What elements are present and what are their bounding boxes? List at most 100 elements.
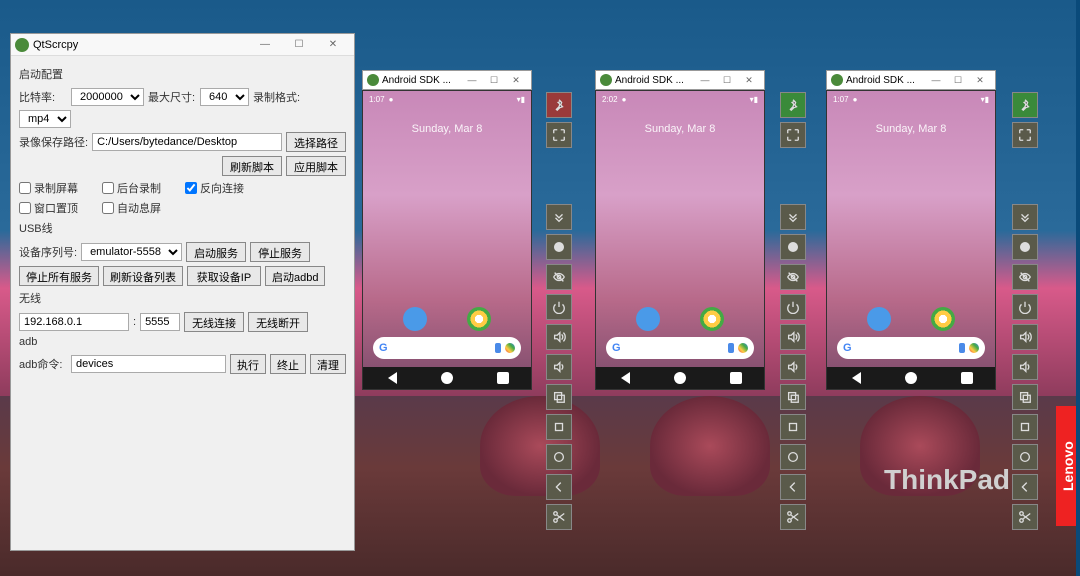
eye-off-button[interactable]	[546, 264, 572, 290]
startservice-button[interactable]: 启动服务	[186, 242, 246, 262]
home-button[interactable]	[1012, 444, 1038, 470]
terminate-button[interactable]: 终止	[270, 354, 306, 374]
back-button[interactable]	[1012, 474, 1038, 500]
nav-recents-icon[interactable]	[497, 372, 509, 384]
scissors-button[interactable]	[780, 504, 806, 530]
pin-button[interactable]	[546, 92, 572, 118]
expand-button[interactable]	[1012, 122, 1038, 148]
home-button[interactable]	[546, 444, 572, 470]
nav-home-icon[interactable]	[441, 372, 453, 384]
lens-icon[interactable]	[969, 343, 979, 353]
minimize-button[interactable]: —	[925, 75, 947, 85]
phone-titlebar[interactable]: Android SDK ... — ☐ ✕	[362, 70, 532, 90]
chrome-app-icon[interactable]	[931, 307, 955, 331]
close-button[interactable]: ✕	[316, 39, 350, 50]
wireless-ip-input[interactable]	[19, 313, 129, 331]
refreshdev-button[interactable]: 刷新设备列表	[103, 266, 183, 286]
volume-down-button[interactable]	[780, 354, 806, 380]
phone-titlebar[interactable]: Android SDK ... — ☐ ✕	[595, 70, 765, 90]
phone-titlebar[interactable]: Android SDK ... — ☐ ✕	[826, 70, 996, 90]
expand-button[interactable]	[780, 122, 806, 148]
chevrons-down-button[interactable]	[1012, 204, 1038, 230]
maximize-button[interactable]: ☐	[483, 75, 505, 86]
home-button[interactable]	[780, 444, 806, 470]
scissors-button[interactable]	[546, 504, 572, 530]
titlebar[interactable]: QtScrcpy — ☐ ✕	[11, 34, 354, 56]
eye-off-button[interactable]	[780, 264, 806, 290]
messages-app-icon[interactable]	[403, 307, 427, 331]
nav-back-icon[interactable]	[849, 372, 861, 384]
wireless-disconnect-button[interactable]: 无线断开	[248, 312, 308, 332]
close-button[interactable]: ✕	[969, 75, 991, 86]
serial-select[interactable]: emulator-5558	[81, 243, 182, 261]
square-button[interactable]	[780, 414, 806, 440]
startadbd-button[interactable]: 启动adbd	[265, 266, 325, 286]
windowtop-checkbox[interactable]: 窗口置顶	[19, 200, 78, 216]
power-button[interactable]	[1012, 294, 1038, 320]
square-button[interactable]	[1012, 414, 1038, 440]
close-button[interactable]: ✕	[505, 75, 527, 86]
minimize-button[interactable]: —	[248, 39, 282, 50]
chrome-app-icon[interactable]	[467, 307, 491, 331]
mic-icon[interactable]	[495, 343, 501, 353]
mic-icon[interactable]	[959, 343, 965, 353]
pin-button[interactable]	[780, 92, 806, 118]
volume-up-button[interactable]	[780, 324, 806, 350]
phone-screen[interactable]: 1:07 ● ▾ ▮ Sunday, Mar 8 G	[826, 90, 996, 390]
lens-icon[interactable]	[738, 343, 748, 353]
maximize-button[interactable]: ☐	[282, 39, 316, 50]
phone-screen[interactable]: 1:07 ● ▾ ▮ Sunday, Mar 8 G	[362, 90, 532, 390]
wireless-port-input[interactable]	[140, 313, 180, 331]
expand-button[interactable]	[546, 122, 572, 148]
autooff-checkbox[interactable]: 自动息屏	[102, 200, 161, 216]
clear-button[interactable]: 清理	[310, 354, 346, 374]
circle-button[interactable]	[1012, 234, 1038, 260]
volume-up-button[interactable]	[546, 324, 572, 350]
square-button[interactable]	[546, 414, 572, 440]
scissors-button[interactable]	[1012, 504, 1038, 530]
nav-recents-icon[interactable]	[730, 372, 742, 384]
circle-button[interactable]	[780, 234, 806, 260]
bitrate-select[interactable]: 2000000	[71, 88, 144, 106]
circle-button[interactable]	[546, 234, 572, 260]
adbcmd-input[interactable]	[71, 355, 226, 373]
stopservice-button[interactable]: 停止服务	[250, 242, 310, 262]
recordpath-input[interactable]	[92, 133, 282, 151]
volume-down-button[interactable]	[546, 354, 572, 380]
mic-icon[interactable]	[728, 343, 734, 353]
eye-off-button[interactable]	[1012, 264, 1038, 290]
refreshscript-button[interactable]: 刷新脚本	[222, 156, 282, 176]
copy-button[interactable]	[1012, 384, 1038, 410]
back-button[interactable]	[780, 474, 806, 500]
minimize-button[interactable]: —	[461, 75, 483, 85]
close-button[interactable]: ✕	[738, 75, 760, 86]
bgrecord-checkbox[interactable]: 后台录制	[102, 180, 161, 196]
messages-app-icon[interactable]	[867, 307, 891, 331]
phone-screen[interactable]: 2:02 ● ▾ ▮ Sunday, Mar 8 G	[595, 90, 765, 390]
volume-down-button[interactable]	[1012, 354, 1038, 380]
copy-button[interactable]	[780, 384, 806, 410]
nav-home-icon[interactable]	[905, 372, 917, 384]
stopall-button[interactable]: 停止所有服务	[19, 266, 99, 286]
lens-icon[interactable]	[505, 343, 515, 353]
maximize-button[interactable]: ☐	[947, 75, 969, 86]
selectpath-button[interactable]: 选择路径	[286, 132, 346, 152]
messages-app-icon[interactable]	[636, 307, 660, 331]
nav-back-icon[interactable]	[618, 372, 630, 384]
getip-button[interactable]: 获取设备IP	[187, 266, 261, 286]
pin-button[interactable]	[1012, 92, 1038, 118]
google-search-bar[interactable]: G	[837, 337, 985, 359]
chrome-app-icon[interactable]	[700, 307, 724, 331]
recordscreen-checkbox[interactable]: 录制屏幕	[19, 180, 78, 196]
volume-up-button[interactable]	[1012, 324, 1038, 350]
power-button[interactable]	[546, 294, 572, 320]
applyscript-button[interactable]: 应用脚本	[286, 156, 346, 176]
maxsize-select[interactable]: 640	[200, 88, 249, 106]
minimize-button[interactable]: —	[694, 75, 716, 85]
nav-back-icon[interactable]	[385, 372, 397, 384]
chevrons-down-button[interactable]	[780, 204, 806, 230]
nav-recents-icon[interactable]	[961, 372, 973, 384]
recordfmt-select[interactable]: mp4	[19, 110, 71, 128]
nav-home-icon[interactable]	[674, 372, 686, 384]
power-button[interactable]	[780, 294, 806, 320]
